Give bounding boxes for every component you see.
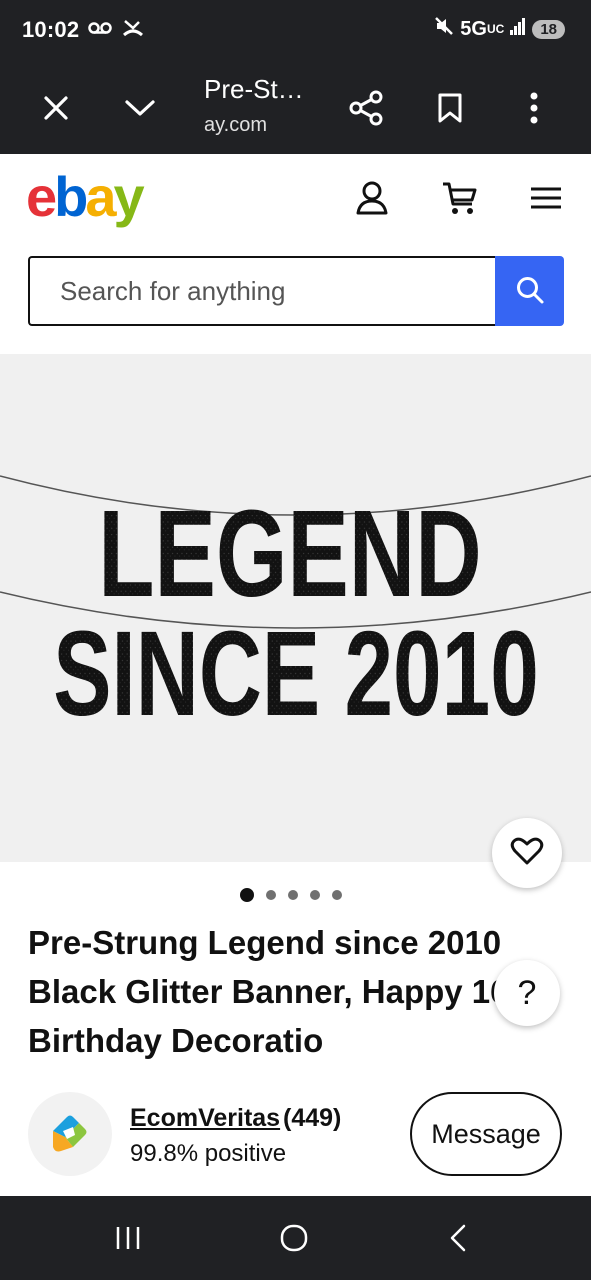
missed-call-icon [122,18,144,43]
product-title: Pre-Strung Legend since 2010 Black Glitt… [28,924,549,1059]
recent-apps-icon[interactable] [106,1216,150,1260]
home-icon[interactable] [272,1216,316,1260]
help-button[interactable]: ? [494,960,560,1026]
carousel-dot[interactable] [310,890,320,900]
seller-name-link[interactable]: EcomVeritas [130,1104,280,1133]
chevron-down-icon[interactable] [118,86,162,130]
banner-line-2: SINCE 2010 [53,606,539,741]
carousel-dot[interactable] [332,890,342,900]
cart-icon[interactable] [438,176,482,220]
seller-avatar[interactable] [28,1092,112,1176]
status-bar: 10:02 5G UC 18 [0,0,591,62]
seller-rating: 99.8% positive [130,1140,287,1167]
banner-line-1: LEGEND [98,485,481,624]
carousel-dot[interactable] [266,890,276,900]
browser-page-title: Pre-St… [204,74,304,104]
mute-icon [434,16,454,42]
heart-icon [510,836,544,871]
close-icon[interactable] [34,86,78,130]
site-header: ebay [0,154,591,244]
carousel-dot[interactable] [240,888,254,902]
browser-toolbar: Pre-St… ay.com [0,62,591,154]
status-time: 10:02 [22,17,80,42]
more-options-icon[interactable] [512,86,556,130]
menu-icon[interactable] [524,176,568,220]
system-nav-bar [0,1196,591,1280]
network-sub-label: UC [486,22,505,36]
seller-logo-icon [53,1115,87,1152]
message-seller-button[interactable]: Message [410,1092,562,1176]
battery-indicator: 18 [532,19,565,39]
seller-feedback-count: (449) [283,1104,342,1132]
search-input[interactable] [28,256,496,326]
back-icon[interactable] [436,1216,480,1260]
browser-url: ay.com [204,114,267,136]
add-to-watchlist-button[interactable] [492,818,562,888]
product-image[interactable]: LEGEND SINCE 2010 [0,354,591,862]
signal-icon [510,17,526,41]
search-button[interactable] [495,256,564,326]
bookmark-icon[interactable] [428,86,472,130]
share-icon[interactable] [344,86,388,130]
image-carousel-dots [240,888,342,902]
voicemail-icon [88,21,112,40]
account-icon[interactable] [350,176,394,220]
search-icon [515,275,545,308]
ebay-logo[interactable]: ebay [26,164,145,229]
network-label: 5G [460,17,487,40]
search-bar [28,256,564,326]
carousel-dot[interactable] [288,890,298,900]
